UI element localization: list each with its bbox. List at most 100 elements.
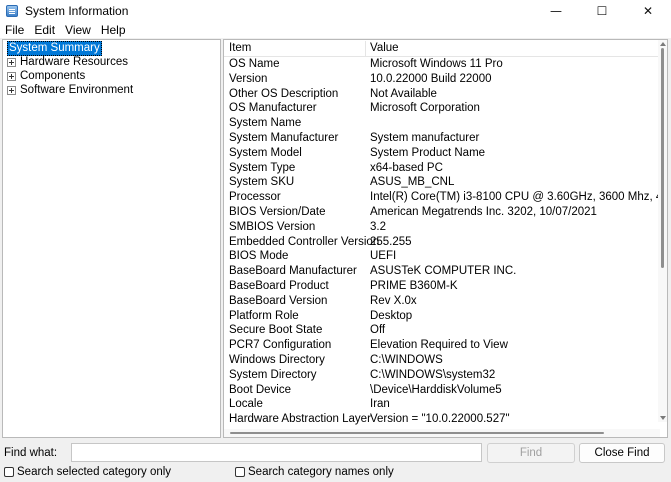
row-value-cell: System Product Name	[370, 146, 486, 159]
row-value-cell: Version = "10.0.22000.527"	[370, 413, 510, 426]
table-row[interactable]: Platform Role Desktop	[224, 309, 660, 324]
column-header-value[interactable]: Value	[365, 40, 399, 57]
row-value-cell: 3.2	[370, 220, 386, 233]
tree-item-label: Software Environment	[20, 83, 134, 96]
row-value-cell: x64-based PC	[370, 161, 443, 174]
maximize-button[interactable]: ☐	[579, 0, 625, 22]
minimize-button[interactable]: —	[533, 0, 579, 22]
expand-plus-icon[interactable]	[7, 71, 16, 81]
table-row[interactable]: PCR7 Configuration Elevation Required to …	[224, 338, 660, 353]
table-row[interactable]: Processor Intel(R) Core(TM) i3-8100 CPU @…	[224, 190, 667, 205]
category-tree[interactable]: System Summary Hardware Resources Compon…	[2, 39, 221, 438]
table-row[interactable]: Locale Iran	[224, 397, 660, 412]
row-value-cell: Microsoft Corporation	[370, 102, 480, 115]
table-row[interactable]: Boot Device \Device\HarddiskVolume5	[224, 383, 660, 398]
row-item-cell: BIOS Version/Date	[229, 205, 326, 218]
menu-bar: File Edit View Help	[0, 22, 671, 38]
table-row[interactable]: OS Manufacturer Microsoft Corporation	[224, 101, 660, 116]
row-item-cell: System Name	[229, 117, 302, 130]
table-row[interactable]: BaseBoard Manufacturer ASUSTeK COMPUTER I…	[224, 264, 660, 279]
table-row[interactable]: Embedded Controller Version 255.255	[224, 235, 660, 250]
column-header-item[interactable]: Item	[224, 40, 251, 57]
table-row[interactable]: BaseBoard Product PRIME B360M-K	[224, 279, 660, 294]
row-item-cell: OS Manufacturer	[229, 102, 317, 115]
row-value-cell: Rev X.0x	[370, 294, 417, 307]
table-row[interactable]: System Directory C:\WINDOWS\system32	[224, 368, 660, 383]
row-value-cell: Elevation Required to View	[370, 339, 508, 352]
horizontal-scrollbar[interactable]	[224, 429, 660, 437]
row-value-cell: 10.0.22000 Build 22000	[370, 72, 492, 85]
table-row[interactable]: BaseBoard Version Rev X.0x	[224, 294, 660, 309]
table-row[interactable]: BIOS Mode UEFI	[224, 249, 660, 264]
system-info-icon	[6, 5, 18, 17]
menu-edit[interactable]: Edit	[29, 23, 60, 37]
table-row[interactable]: System SKU ASUS_MB_CNL	[224, 175, 660, 190]
table-row[interactable]: Version 10.0.22000 Build 22000	[224, 72, 660, 87]
window-title: System Information	[25, 4, 129, 18]
table-row[interactable]: BIOS Version/Date American Megatrends Inc…	[224, 205, 660, 220]
row-item-cell: BaseBoard Version	[229, 294, 328, 307]
close-find-button[interactable]: Close Find	[579, 443, 665, 463]
search-selected-category-option[interactable]: Search selected category only	[4, 465, 171, 478]
find-what-input[interactable]	[71, 443, 482, 462]
table-row[interactable]: System Type x64-based PC	[224, 161, 660, 176]
row-value-cell: Intel(R) Core(TM) i3-8100 CPU @ 3.60GHz,…	[370, 191, 667, 204]
row-value-cell: American Megatrends Inc. 3202, 10/07/202…	[370, 205, 597, 218]
table-row[interactable]: SMBIOS Version 3.2	[224, 220, 660, 235]
tree-item-components[interactable]: Components	[7, 69, 86, 83]
search-category-names-checkbox[interactable]	[235, 466, 245, 477]
scroll-up-icon[interactable]	[660, 42, 666, 46]
row-item-cell: Windows Directory	[229, 353, 325, 366]
row-value-cell: Desktop	[370, 309, 413, 322]
checkbox-label: Search category names only	[248, 465, 394, 478]
table-row[interactable]: Hardware Abstraction Layer Version = "10.…	[224, 412, 660, 427]
row-item-cell: System Manufacturer	[229, 131, 339, 144]
row-value-cell: \Device\HarddiskVolume5	[370, 383, 502, 396]
scroll-down-icon[interactable]	[660, 416, 666, 420]
table-row[interactable]: Windows Directory C:\WINDOWS	[224, 353, 660, 368]
menu-file[interactable]: File	[0, 23, 29, 37]
row-item-cell: Boot Device	[229, 383, 292, 396]
row-item-cell: Secure Boot State	[229, 324, 323, 337]
vertical-scrollbar[interactable]	[658, 40, 667, 422]
table-row[interactable]: Other OS Description Not Available	[224, 87, 660, 102]
close-button[interactable]: ✕	[625, 0, 671, 22]
row-item-cell: OS Name	[229, 58, 280, 70]
list-header: Item Value	[224, 40, 660, 57]
table-row[interactable]: Secure Boot State Off	[224, 323, 660, 338]
table-row[interactable]: OS Name Microsoft Windows 11 Pro	[224, 57, 660, 72]
row-value-cell: C:\WINDOWS\system32	[370, 368, 496, 381]
tree-item-system-summary[interactable]: System Summary	[7, 40, 102, 56]
menu-view[interactable]: View	[60, 23, 96, 37]
expand-plus-icon[interactable]	[7, 57, 16, 67]
menu-help[interactable]: Help	[96, 23, 131, 37]
tree-item-label: System Summary	[7, 40, 102, 56]
row-value-cell: Iran	[370, 398, 390, 411]
tree-item-software-environment[interactable]: Software Environment	[7, 83, 134, 97]
row-item-cell: PCR7 Configuration	[229, 339, 332, 352]
row-item-cell: System Directory	[229, 368, 317, 381]
search-category-names-option[interactable]: Search category names only	[235, 465, 394, 478]
find-button[interactable]: Find	[487, 443, 575, 463]
search-selected-category-checkbox[interactable]	[4, 466, 14, 477]
table-row[interactable]: System Model System Product Name	[224, 146, 660, 161]
list-rows: OS Name Microsoft Windows 11 Pro Version 10…	[224, 57, 667, 427]
row-value-cell: C:\WINDOWS	[370, 353, 443, 366]
tree-item-hardware-resources[interactable]: Hardware Resources	[7, 55, 129, 69]
table-row[interactable]: System Manufacturer System manufacturer	[224, 131, 660, 146]
row-item-cell: BIOS Mode	[229, 250, 289, 263]
details-list[interactable]: Item Value OS Name Microsoft Windows 11 P…	[223, 39, 668, 438]
tree-item-label: Components	[20, 69, 86, 82]
row-value-cell: UEFI	[370, 250, 397, 263]
find-what-label: Find what:	[4, 447, 58, 459]
checkbox-label: Search selected category only	[17, 465, 172, 478]
table-row[interactable]: System Name	[224, 116, 660, 131]
expand-plus-icon[interactable]	[7, 85, 16, 95]
row-item-cell: Platform Role	[229, 309, 299, 322]
row-item-cell: Hardware Abstraction Layer	[229, 413, 371, 426]
window-controls: — ☐ ✕	[533, 0, 671, 22]
row-item-cell: Locale	[229, 398, 263, 411]
row-item-cell: System SKU	[229, 176, 295, 189]
scrollbar-thumb[interactable]	[661, 48, 664, 268]
scrollbar-thumb[interactable]	[230, 432, 604, 434]
